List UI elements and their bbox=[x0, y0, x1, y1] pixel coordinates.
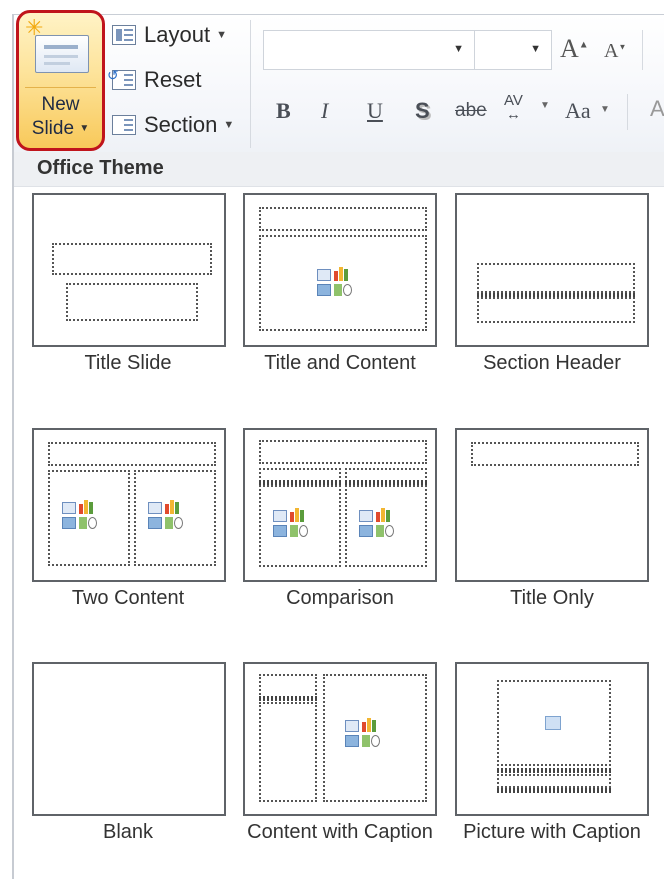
spacing-arrows-icon: ↔ bbox=[505, 106, 521, 123]
reset-icon: ↺ bbox=[107, 67, 136, 90]
layout-caption: Title Only bbox=[510, 587, 594, 609]
content-placeholder-icon bbox=[62, 498, 98, 532]
italic-button[interactable]: I bbox=[321, 98, 328, 124]
layout-caption: Section Header bbox=[483, 352, 621, 374]
shrink-font-icon: A bbox=[604, 40, 619, 62]
chevron-down-icon: ▼ bbox=[216, 29, 227, 41]
new-slide-label: New Slide ▼ bbox=[31, 94, 90, 140]
reset-label: Reset bbox=[144, 67, 202, 92]
group-separator bbox=[250, 20, 251, 148]
layout-comparison[interactable] bbox=[243, 428, 437, 582]
content-placeholder-icon bbox=[359, 506, 395, 540]
font-size-combo[interactable]: ▼ bbox=[474, 30, 552, 70]
content-placeholder-icon bbox=[273, 506, 309, 540]
grow-font-button[interactable]: A▲ bbox=[560, 34, 589, 64]
layout-title-and-content[interactable] bbox=[243, 193, 437, 347]
layout-title-only[interactable] bbox=[455, 428, 649, 582]
character-spacing-button[interactable]: AV ↔ bbox=[504, 93, 523, 123]
group-separator bbox=[642, 30, 643, 70]
new-slide-icon bbox=[35, 35, 89, 73]
theme-title: Office Theme bbox=[37, 157, 164, 179]
layout-picture-with-caption[interactable] bbox=[455, 662, 649, 816]
layout-caption: Two Content bbox=[71, 587, 185, 609]
chevron-down-icon: ▼ bbox=[540, 100, 550, 111]
layout-caption: Title Slide bbox=[84, 352, 172, 374]
layout-caption: Comparison bbox=[286, 587, 394, 609]
window-left-edge bbox=[0, 0, 14, 879]
section-icon bbox=[112, 115, 136, 135]
group-separator bbox=[627, 94, 628, 130]
text-shadow-button[interactable]: S bbox=[415, 98, 430, 124]
new-slide-button[interactable]: ✳ New Slide ▼ bbox=[16, 10, 105, 151]
underline-button[interactable]: U bbox=[367, 98, 383, 124]
section-button[interactable]: Section ▼ bbox=[112, 108, 234, 142]
strikethrough-button[interactable]: abe bbox=[455, 100, 487, 122]
font-color-icon[interactable]: A bbox=[650, 96, 664, 122]
layout-blank[interactable] bbox=[32, 662, 226, 816]
layout-icon bbox=[112, 25, 136, 45]
grow-font-icon: A bbox=[560, 34, 579, 63]
content-placeholder-icon bbox=[317, 265, 353, 299]
content-placeholder-icon bbox=[148, 498, 184, 532]
layout-section-header[interactable] bbox=[455, 193, 649, 347]
font-name-combo[interactable]: ▼ bbox=[263, 30, 475, 70]
layout-content-with-caption[interactable] bbox=[243, 662, 437, 816]
layout-button[interactable]: Layout ▼ bbox=[112, 18, 227, 52]
layout-label: Layout bbox=[144, 22, 211, 47]
section-label: Section bbox=[144, 112, 218, 137]
reset-button[interactable]: ↺ Reset bbox=[107, 63, 202, 97]
shrink-font-button[interactable]: A▼ bbox=[604, 40, 626, 63]
chevron-down-icon: ▼ bbox=[223, 119, 235, 131]
chevron-down-icon: ▼ bbox=[600, 104, 610, 115]
content-placeholder-icon bbox=[345, 716, 381, 750]
layout-caption: Content with Caption bbox=[247, 821, 433, 843]
layout-caption: Blank bbox=[102, 821, 154, 843]
chevron-down-icon: ▼ bbox=[453, 43, 464, 55]
layout-title-slide[interactable] bbox=[32, 193, 226, 347]
layout-two-content[interactable] bbox=[32, 428, 226, 582]
bold-button[interactable]: B bbox=[276, 98, 291, 124]
picture-placeholder-icon bbox=[545, 716, 561, 730]
change-case-button[interactable]: Aa bbox=[565, 98, 591, 124]
layout-caption: Picture with Caption bbox=[463, 821, 641, 843]
layout-caption: Title and Content bbox=[264, 352, 416, 374]
chevron-down-icon: ▼ bbox=[530, 43, 541, 55]
chevron-down-icon: ▼ bbox=[79, 123, 90, 134]
